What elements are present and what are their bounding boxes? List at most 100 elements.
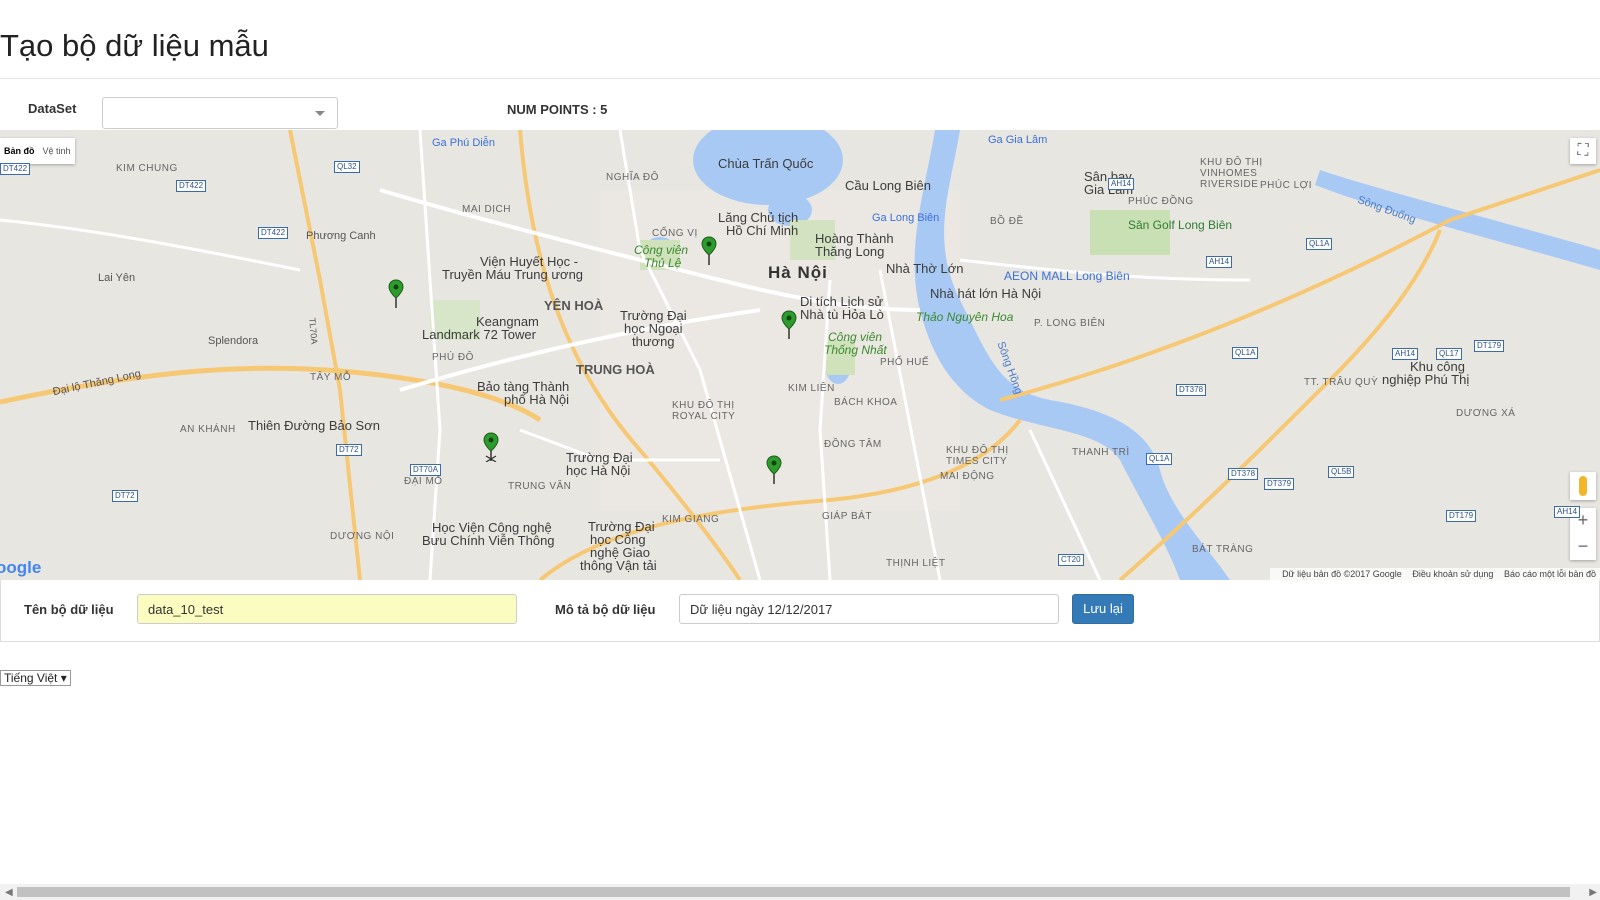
- dataset-name-label: Tên bộ dữ liệu: [24, 602, 114, 617]
- map-label: P. LONG BIÊN: [1034, 318, 1106, 329]
- map-label: TT. TRÂU QUỲ: [1304, 377, 1379, 388]
- map-label: Thảo Nguyên Hoa: [916, 310, 1014, 324]
- map-type-toggle: Bản đồ Vệ tinh: [0, 138, 75, 164]
- map-marker[interactable]: [483, 432, 499, 462]
- google-logo: oogle: [0, 558, 42, 577]
- road-shield: QL1A: [1146, 453, 1173, 465]
- road-shield: CT20: [1058, 554, 1084, 566]
- map-label: BỒ ĐỀ: [990, 216, 1024, 227]
- map-report-link[interactable]: Báo cáo một lỗi bản đồ: [1504, 569, 1596, 579]
- dataset-form: Tên bộ dữ liệu Mô tả bộ dữ liệu Lưu lại: [0, 580, 1600, 642]
- map-label: Cầu Long Biên: [845, 178, 932, 193]
- map-label: Công viên: [828, 330, 883, 344]
- road-shield: DT179: [1446, 510, 1477, 522]
- map-label: TRUNG VĂN: [508, 481, 572, 492]
- horizontal-scrollbar[interactable]: ◀ ▶: [0, 884, 1600, 900]
- map-data-credit: Dữ liệu bản đồ ©2017 Google: [1282, 569, 1402, 579]
- road-shield: DT422: [258, 227, 289, 239]
- map-label: Nhà tù Hỏa Lò: [800, 307, 884, 322]
- map-label: MAI DỊCH: [462, 204, 511, 215]
- dataset-name-input[interactable]: [137, 594, 517, 624]
- map-label: Thiên Đường Bảo Sơn: [248, 418, 380, 433]
- map-label: PHÚC ĐỒNG: [1128, 196, 1194, 207]
- map-label: thông Vận tải: [580, 558, 657, 573]
- map-label: Sân Golf Long Biên: [1128, 218, 1233, 232]
- road-shield: DT70A: [410, 464, 441, 476]
- dataset-description-label: Mô tả bộ dữ liệu: [555, 602, 656, 617]
- map-label: nghiệp Phú Thị: [1382, 372, 1470, 387]
- map-attribution: Dữ liệu bản đồ ©2017 Google Điều khoản s…: [1270, 568, 1600, 580]
- map-label-hanoi: Hà Nội: [768, 263, 828, 282]
- map-label: ROYAL CITY: [672, 411, 736, 422]
- map-type-map-button[interactable]: Bản đồ: [0, 138, 39, 164]
- map-marker[interactable]: [766, 455, 782, 485]
- map-label: RIVERSIDE: [1200, 179, 1259, 190]
- road-shield: DT179: [1474, 340, 1505, 352]
- fullscreen-icon[interactable]: ⛶: [1570, 138, 1596, 164]
- road-shield: DT72: [112, 490, 138, 502]
- map-label: VINHOMES: [1200, 168, 1258, 179]
- pegman-icon[interactable]: [1570, 472, 1596, 500]
- road-shield: AH14: [1554, 506, 1581, 518]
- map-label: TRUNG HOÀ: [576, 362, 655, 377]
- dataset-select[interactable]: [102, 97, 338, 129]
- scroll-right-icon[interactable]: ▶: [1589, 887, 1597, 898]
- chevron-down-icon: [315, 111, 325, 116]
- map-label: học Hà Nội: [566, 463, 631, 478]
- dataset-label: DataSet: [28, 101, 77, 116]
- map-label: BÁCH KHOA: [834, 397, 898, 408]
- zoom-out-button[interactable]: −: [1570, 534, 1596, 560]
- map-label: GIÁP BÁT: [822, 511, 872, 522]
- map-label: Thủ Lệ: [644, 256, 682, 270]
- map-label: Công viên: [634, 243, 689, 257]
- map-terms-link[interactable]: Điều khoản sử dụng: [1412, 569, 1493, 579]
- road-shield: DT422: [176, 180, 207, 192]
- map-label: Nhà hát lớn Hà Nội: [930, 286, 1042, 301]
- map-marker[interactable]: [701, 236, 717, 266]
- map-label: KIM GIANG: [662, 514, 720, 525]
- map-label: MAI ĐỘNG: [940, 471, 995, 482]
- map-label: Ga Phú Diễn: [432, 137, 495, 149]
- road-shield: DT379: [1264, 478, 1295, 490]
- road-shield: QL1A: [1232, 347, 1259, 359]
- map-label: ĐẠI MỖ: [404, 476, 443, 487]
- map-label: Nhà Thờ Lớn: [886, 261, 964, 276]
- map-label: Truyền Máu Trung ương: [442, 267, 584, 282]
- map-type-satellite-button[interactable]: Vệ tinh: [39, 138, 75, 164]
- map-label: Lai Yên: [98, 272, 136, 284]
- map-label: Chùa Trấn Quốc: [718, 156, 814, 171]
- map-label: PHÚ ĐÔ: [432, 352, 474, 363]
- dataset-description-input[interactable]: [679, 594, 1059, 624]
- map-label: Splendora: [208, 335, 259, 347]
- scrollbar-thumb[interactable]: [17, 887, 1570, 897]
- road-shield: QL1A: [1306, 238, 1333, 250]
- map-label: PHÚC LỢI: [1260, 180, 1313, 191]
- road-shield: DT422: [0, 163, 31, 175]
- map-label: Thăng Long: [815, 244, 885, 259]
- map-label: YÊN HOÀ: [544, 298, 604, 313]
- map-label: KHU ĐÔ THỊ: [672, 400, 735, 411]
- map-label: THANH TRÌ: [1072, 447, 1130, 458]
- map-canvas[interactable]: Bản đồ Vệ tinh ⛶ + − oogle Dữ liệu bản đ…: [0, 130, 1600, 580]
- map-label: ĐỒNG TÂM: [824, 439, 882, 450]
- map-label: DƯƠNG NỘI: [330, 531, 395, 542]
- language-select[interactable]: Tiếng Việt ▾: [0, 670, 71, 686]
- map-label: Phương Canh: [306, 230, 376, 242]
- road-shield: QL5B: [1328, 466, 1355, 478]
- num-points-counter: NUM POINTS : 5: [507, 102, 608, 117]
- map-label: BÁT TRÀNG: [1192, 544, 1254, 555]
- road-shield: DT72: [336, 444, 362, 456]
- map-label: Bưu Chính Viễn Thông: [422, 533, 555, 548]
- scroll-left-icon[interactable]: ◀: [5, 887, 13, 898]
- save-button[interactable]: Lưu lại: [1072, 594, 1134, 624]
- road-shield: DT378: [1176, 384, 1207, 396]
- map-marker[interactable]: [781, 310, 797, 340]
- map-marker[interactable]: [388, 279, 404, 309]
- road-shield: AH14: [1392, 348, 1419, 360]
- map-label: DƯƠNG XÁ: [1456, 408, 1516, 419]
- road-shield: QL17: [1436, 348, 1462, 360]
- road-shield: DT378: [1228, 468, 1259, 480]
- title-divider: [0, 78, 1600, 79]
- map-label: NGHĨA ĐÔ: [606, 172, 659, 183]
- map-label: KHU ĐÔ THỊ: [1200, 157, 1263, 168]
